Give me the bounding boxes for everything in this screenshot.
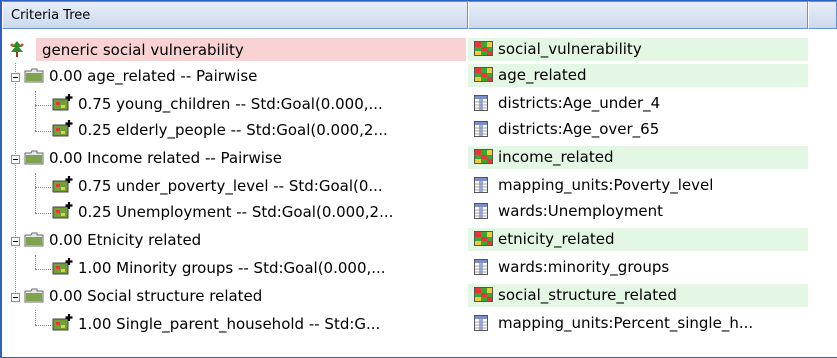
folder-icon [24, 68, 44, 83]
tree-row-leaf[interactable]: 0.25 elderly_people -- Std:Goal(0.000,2.… [2, 117, 837, 143]
criteria-tree-window: Criteria Tree generic social vulnerabili… [0, 0, 837, 358]
map-label: wards:Unemployment [498, 202, 664, 220]
table-column-icon [474, 315, 488, 331]
table-column-icon [474, 203, 488, 219]
tree-label: 0.75 young_children -- Std:Goal(0.000,..… [78, 95, 383, 113]
tree-label: 0.25 Unemployment -- Std:Goal(0.000,2... [78, 203, 394, 221]
folder-icon [24, 232, 44, 247]
table-column-icon [474, 177, 488, 193]
raster-map-icon [474, 149, 493, 164]
tree-row-leaf[interactable]: 0.75 under_poverty_level -- Std:Goal(0..… [2, 173, 837, 199]
collapse-toggle-icon[interactable] [11, 293, 20, 302]
tree-row-group[interactable]: 0.00 Social structure related social_str… [2, 283, 837, 309]
raster-map-icon [474, 287, 493, 302]
standardized-criterion-icon [52, 94, 73, 111]
tree-row-group[interactable]: 0.00 age_related -- Pairwise age_related [2, 63, 837, 89]
tree-row-leaf[interactable]: 0.25 Unemployment -- Std:Goal(0.000,2...… [2, 199, 837, 225]
map-label: age_related [498, 66, 587, 84]
standardized-criterion-icon [52, 120, 73, 137]
tree-label: 0.00 Etnicity related [49, 231, 202, 249]
tree-row-root[interactable]: generic social vulnerability social_vuln… [2, 37, 837, 63]
tree-row-group[interactable]: 0.00 Income related -- Pairwise income_r… [2, 145, 837, 171]
column-header-extra[interactable] [808, 1, 837, 29]
standardized-criterion-icon [52, 314, 73, 331]
map-label: etnicity_related [498, 230, 615, 248]
standardized-criterion-icon [52, 202, 73, 219]
map-label: districts:Age_over_65 [498, 120, 660, 138]
map-label: mapping_units:Poverty_level [498, 176, 714, 194]
raster-map-icon [474, 41, 493, 56]
map-label: districts:Age_under_4 [498, 94, 661, 112]
collapse-toggle-icon[interactable] [11, 73, 20, 82]
folder-icon [24, 288, 44, 303]
table-column-icon [474, 121, 488, 137]
tree-row-leaf[interactable]: 1.00 Single_parent_household -- Std:G...… [2, 311, 837, 337]
folder-icon [24, 150, 44, 165]
collapse-toggle-icon[interactable] [11, 155, 20, 164]
column-header-criteria-tree[interactable]: Criteria Tree [2, 1, 468, 29]
tree-row-leaf[interactable]: 0.75 young_children -- Std:Goal(0.000,..… [2, 91, 837, 117]
table-column-icon [474, 259, 488, 275]
tree-label: 1.00 Single_parent_household -- Std:G... [78, 315, 381, 333]
goal-tree-icon [10, 41, 24, 57]
map-label: income_related [498, 148, 614, 166]
raster-map-icon [474, 67, 493, 82]
tree-label: 0.00 Social structure related [49, 287, 263, 305]
map-label: wards:minority_groups [498, 258, 670, 276]
tree-label: 0.00 age_related -- Pairwise [49, 67, 258, 85]
standardized-criterion-icon [52, 258, 73, 275]
tree-label: generic social vulnerability [42, 41, 244, 59]
tree-row-leaf[interactable]: 1.00 Minority groups -- Std:Goal(0.000,.… [2, 255, 837, 281]
tree-label: 0.25 elderly_people -- Std:Goal(0.000,2.… [78, 121, 388, 139]
tree-label: 1.00 Minority groups -- Std:Goal(0.000,.… [78, 259, 386, 277]
map-label: social_vulnerability [498, 40, 642, 58]
map-label: mapping_units:Percent_single_h... [498, 314, 754, 332]
column-header-bar: Criteria Tree [2, 1, 837, 29]
raster-map-icon [474, 231, 493, 246]
tree-label: 0.75 under_poverty_level -- Std:Goal(0..… [78, 177, 383, 195]
map-label: social_structure_related [498, 286, 677, 304]
tree-label: 0.00 Income related -- Pairwise [49, 149, 282, 167]
table-column-icon [474, 95, 488, 111]
column-header-map[interactable] [468, 1, 808, 29]
collapse-toggle-icon[interactable] [11, 237, 20, 246]
tree-row-group[interactable]: 0.00 Etnicity related etnicity_related [2, 227, 837, 253]
standardized-criterion-icon [52, 176, 73, 193]
